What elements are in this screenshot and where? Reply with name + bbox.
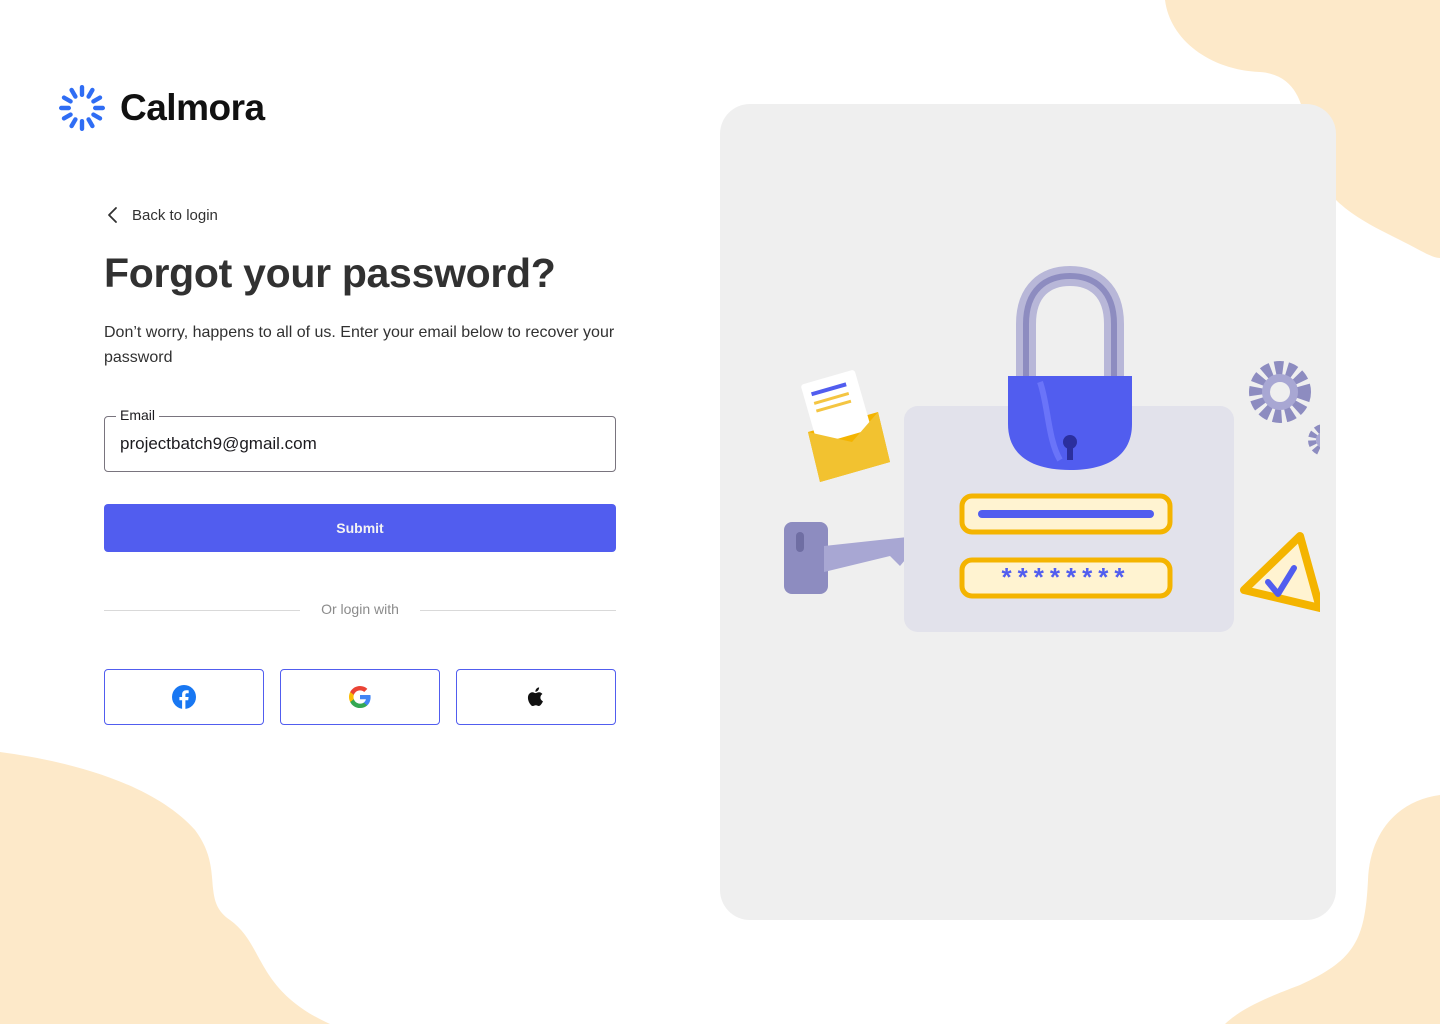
divider-line-right	[420, 610, 616, 611]
facebook-login-button[interactable]	[104, 669, 264, 725]
google-login-button[interactable]	[280, 669, 440, 725]
brand-logo[interactable]: Calmora	[58, 84, 265, 132]
chevron-left-icon	[108, 207, 117, 223]
email-field[interactable]: Email	[104, 407, 616, 472]
divider-text: Or login with	[321, 601, 399, 617]
or-login-with-divider: Or login with	[104, 600, 616, 620]
apple-login-button[interactable]	[456, 669, 616, 725]
page-title: Forgot your password?	[104, 250, 556, 296]
password-security-illustration: ********	[784, 265, 1320, 632]
envelope-icon	[801, 370, 890, 482]
email-input[interactable]	[120, 431, 590, 457]
google-icon	[349, 686, 371, 708]
sunburst-logo-icon	[59, 85, 105, 131]
brand-name: Calmora	[120, 87, 265, 128]
apple-icon	[527, 687, 543, 707]
check-triangle-icon	[1240, 532, 1320, 612]
submit-button[interactable]: Submit	[104, 504, 616, 552]
illustration-card: ********	[720, 104, 1336, 920]
back-to-login-link[interactable]: Back to login	[104, 204, 218, 226]
masked-password: ********	[1002, 562, 1131, 592]
page-subtitle: Don’t worry, happens to all of us. Enter…	[104, 324, 615, 366]
email-field-label: Email	[116, 407, 160, 423]
gear-icon	[1249, 361, 1320, 456]
back-to-login-label: Back to login	[132, 206, 218, 224]
lock-icon	[1008, 265, 1132, 470]
facebook-icon	[172, 685, 196, 709]
